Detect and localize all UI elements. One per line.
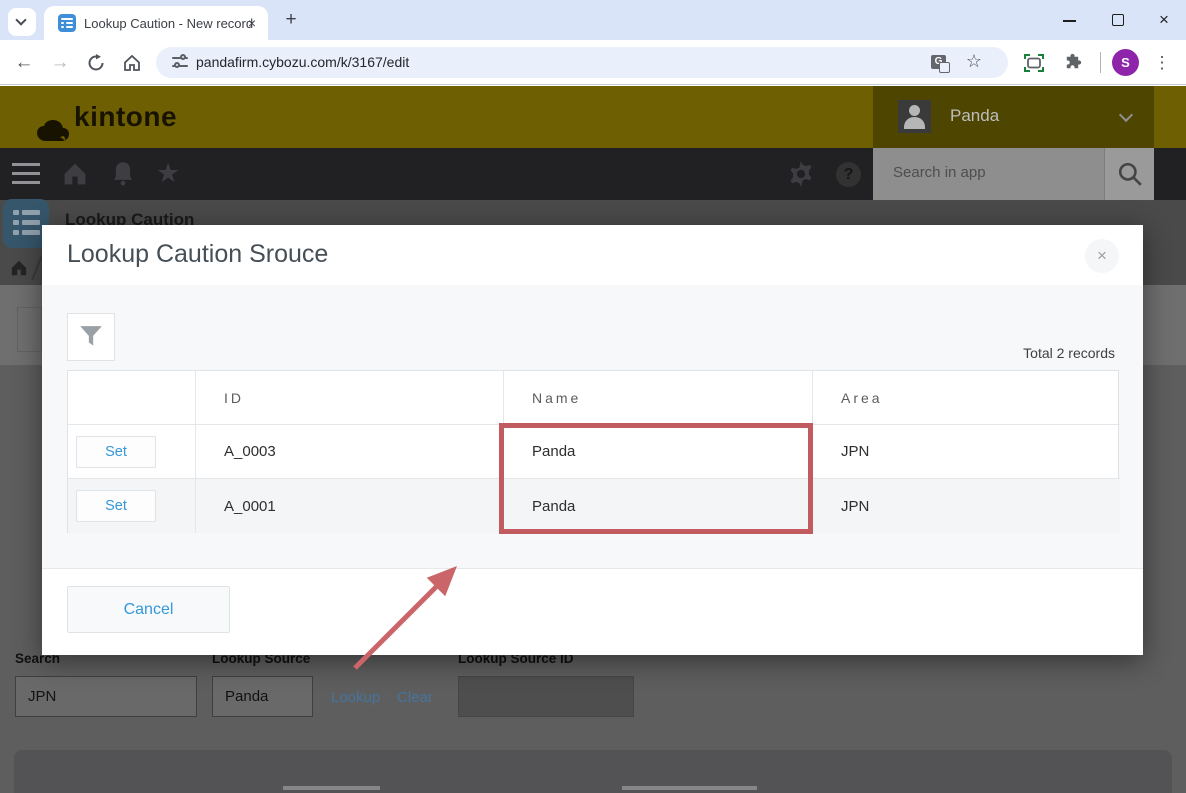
name-column-highlight-box: [499, 423, 813, 534]
kintone-nav-bar: ★ ? Search in app: [0, 148, 1186, 200]
lookup-source-input[interactable]: Panda: [212, 676, 313, 717]
user-menu[interactable]: Panda: [873, 86, 1154, 148]
modal-title: Lookup Caution Srouce: [67, 240, 328, 269]
browser-menu-kebab-icon[interactable]: ⋮: [1150, 51, 1174, 75]
lookup-source-id-input-disabled: [458, 676, 634, 717]
column-header-action: [68, 371, 196, 425]
search-submit-button[interactable]: [1104, 148, 1154, 200]
column-header-area: Area: [813, 371, 1120, 425]
site-settings-icon[interactable]: [172, 55, 188, 70]
tab-search-chevron-icon: [15, 14, 26, 25]
user-avatar-icon: [898, 100, 931, 133]
kintone-app-favicon: [58, 14, 76, 32]
reload-icon[interactable]: [84, 51, 108, 75]
dimmed-subtable-band: [14, 750, 1172, 793]
window-close-button[interactable]: ×: [1156, 12, 1172, 28]
back-icon[interactable]: ←: [12, 51, 36, 75]
home-icon[interactable]: [120, 51, 144, 75]
filter-button[interactable]: [67, 313, 115, 361]
new-tab-button[interactable]: +: [282, 11, 300, 29]
modal-close-icon[interactable]: ×: [1085, 239, 1119, 273]
kintone-header: kintone Panda: [0, 86, 1186, 148]
nav-home-icon[interactable]: [62, 161, 88, 187]
records-table: ID Name Area Set A_0003 Panda JPN Set A_…: [67, 370, 1119, 533]
hidden-toolbar-button: [17, 307, 42, 352]
tab-search-button[interactable]: [8, 8, 36, 36]
modal-header: Lookup Caution Srouce ×: [42, 225, 1143, 285]
nav-star-icon[interactable]: ★: [156, 158, 180, 188]
browser-tab[interactable]: Lookup Caution - New record ×: [44, 6, 268, 40]
tab-close-icon[interactable]: ×: [244, 15, 260, 31]
breadcrumb-home-icon[interactable]: [10, 259, 28, 277]
table-cell-id: A_0001: [196, 479, 504, 533]
table-row-action: Set: [68, 479, 196, 533]
kintone-cloud-icon: [36, 119, 70, 143]
user-name: Panda: [950, 106, 999, 126]
screen-capture-extension-icon[interactable]: [1022, 51, 1046, 75]
clipped-link-stub: [283, 786, 380, 790]
tab-title: Lookup Caution - New record: [84, 16, 253, 31]
column-header-name: Name: [504, 371, 813, 425]
help-icon[interactable]: ?: [836, 162, 861, 187]
table-row-action: Set: [68, 425, 196, 479]
bookmark-star-icon[interactable]: ☆: [966, 51, 982, 72]
user-chevron-down-icon: [1119, 108, 1133, 122]
filter-funnel-icon: [78, 324, 104, 350]
clipped-link-stub: [622, 786, 757, 790]
total-records-text: Total 2 records: [1023, 345, 1115, 361]
set-button[interactable]: Set: [76, 490, 156, 522]
column-header-id: ID: [196, 371, 504, 425]
forward-icon: →: [48, 51, 72, 75]
clear-link[interactable]: Clear: [397, 689, 433, 706]
lookup-source-modal: Lookup Caution Srouce × Total 2 records …: [42, 225, 1143, 655]
search-magnifier-icon: [1117, 161, 1143, 187]
search-in-app-input[interactable]: Search in app: [873, 148, 1104, 200]
address-bar[interactable]: pandafirm.cybozu.com/k/3167/edit G ☆: [156, 47, 1008, 78]
search-field-input[interactable]: JPN: [15, 676, 197, 717]
browser-toolbar: ← → pandafirm.cybozu.com/k/3167/edit G ☆…: [0, 40, 1186, 85]
hamburger-menu-icon[interactable]: [12, 163, 40, 185]
window-minimize-button[interactable]: [1062, 12, 1078, 28]
cancel-button[interactable]: Cancel: [67, 586, 230, 633]
modal-footer: Cancel: [42, 568, 1143, 655]
search-placeholder: Search in app: [893, 164, 986, 181]
toolbar-divider: [1100, 52, 1101, 73]
settings-gear-icon[interactable]: [788, 161, 814, 187]
browser-window: Lookup Caution - New record × + ← → pand…: [0, 0, 1186, 793]
table-cell-id: A_0003: [196, 425, 504, 479]
table-cell-area: JPN: [813, 425, 1120, 479]
set-button[interactable]: Set: [76, 436, 156, 468]
table-cell-area: JPN: [813, 479, 1120, 533]
translate-icon[interactable]: G: [931, 55, 946, 69]
window-maximize-button[interactable]: [1110, 12, 1126, 28]
lookup-link[interactable]: Lookup: [331, 689, 380, 706]
extensions-puzzle-icon[interactable]: [1060, 51, 1084, 75]
url-text[interactable]: pandafirm.cybozu.com/k/3167/edit: [196, 54, 409, 70]
kintone-logo[interactable]: kintone: [36, 101, 177, 133]
nav-bell-icon[interactable]: [110, 161, 136, 187]
profile-avatar[interactable]: S: [1112, 49, 1139, 76]
